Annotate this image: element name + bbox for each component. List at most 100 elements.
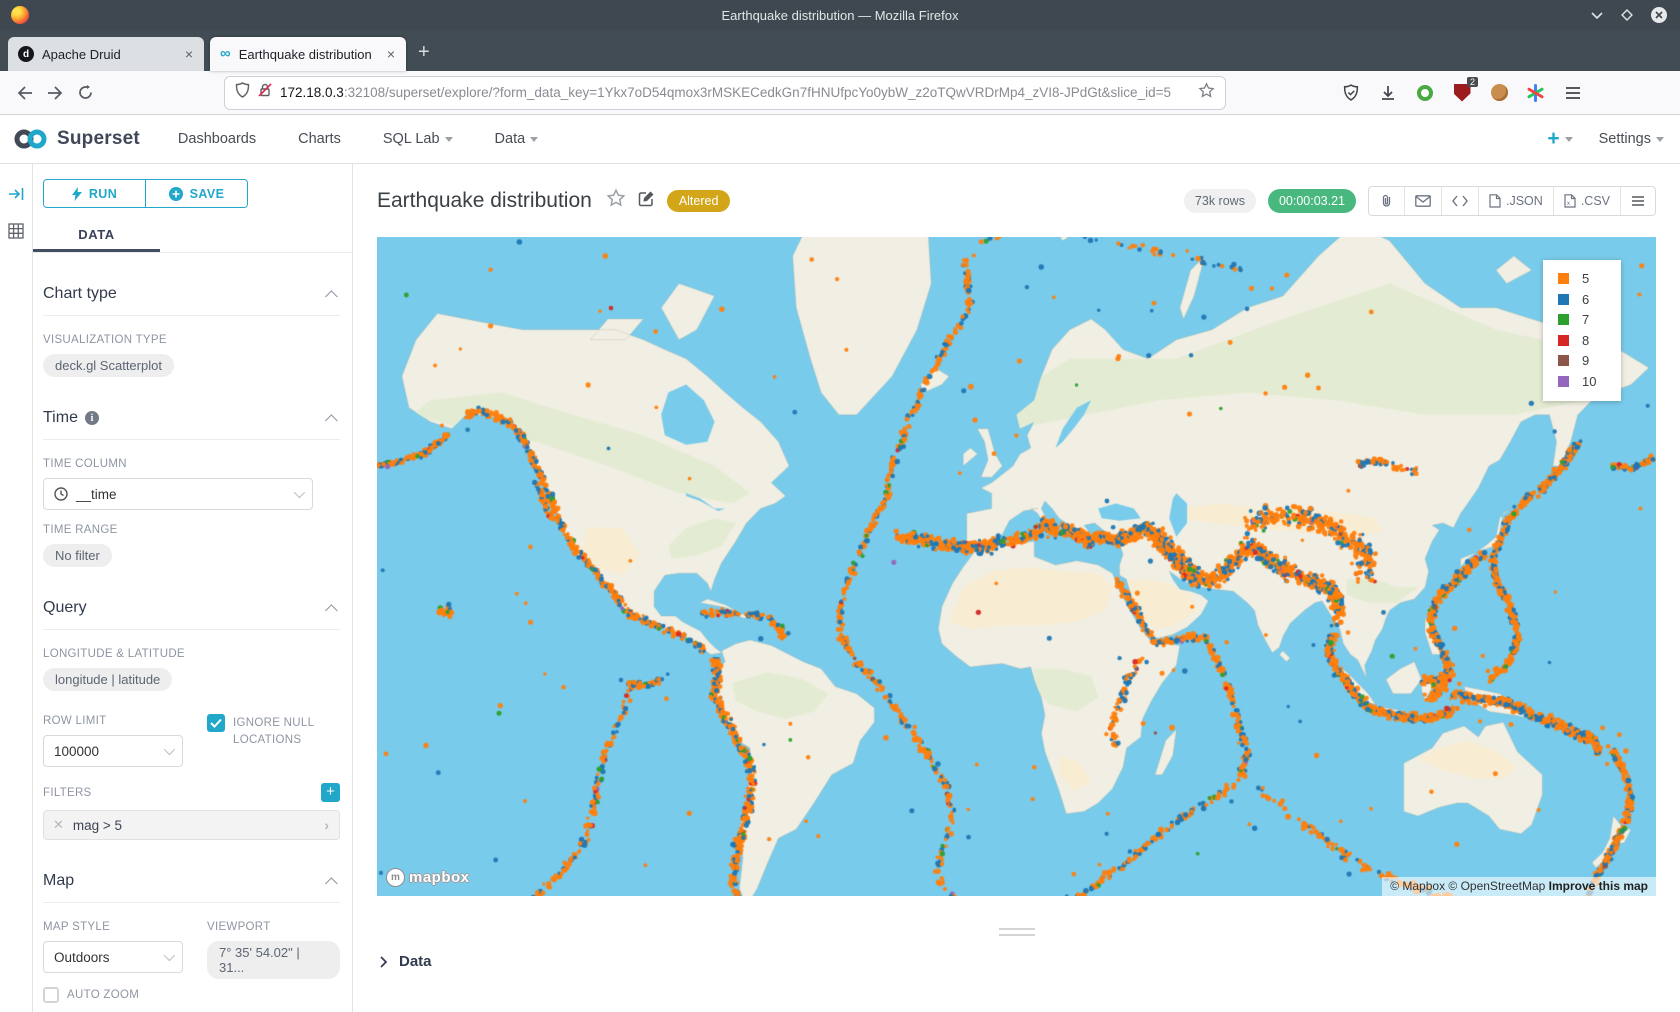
code-icon — [1452, 195, 1468, 207]
checkbox-unchecked-icon[interactable] — [43, 987, 59, 1003]
add-filter-button[interactable]: + — [321, 783, 340, 802]
legend-swatch — [1558, 314, 1569, 325]
viewport-value[interactable]: 7° 35' 54.02" | 31... — [207, 941, 340, 979]
tab-close-icon[interactable]: × — [384, 46, 398, 62]
superset-favicon-icon: ∞ — [220, 46, 231, 62]
filter-value[interactable]: mag > 5 — [73, 818, 314, 833]
protections-shield-icon[interactable] — [1340, 82, 1362, 104]
file-icon: x — [1564, 194, 1576, 208]
section-chart-type[interactable]: Chart type — [43, 285, 338, 303]
url-path: :32108/superset/explore/?form_data_key=1… — [344, 85, 1171, 100]
map-style-select[interactable]: Outdoors — [43, 941, 183, 973]
browser-toolbar: 172.18.0.3:32108/superset/explore/?form_… — [0, 71, 1680, 115]
checkbox-checked-icon[interactable] — [207, 714, 225, 732]
window-maximize-button[interactable] — [1621, 9, 1633, 21]
tab-earthquake-distribution[interactable]: ∞ Earthquake distribution × — [210, 37, 406, 71]
nav-charts[interactable]: Charts — [298, 131, 341, 147]
panel-drag-handle[interactable] — [999, 928, 1035, 936]
new-tab-button[interactable]: + — [418, 41, 430, 64]
section-query[interactable]: Query — [43, 599, 338, 617]
auto-zoom-label: AUTO ZOOM — [67, 989, 139, 1001]
viz-type-label: VISUALIZATION TYPE — [43, 334, 340, 346]
chart-menu-button[interactable] — [1620, 187, 1655, 215]
copy-link-button[interactable] — [1369, 187, 1404, 215]
mapbox-logo[interactable]: m mapbox — [386, 868, 470, 887]
chevron-down-icon — [164, 744, 175, 755]
attribution-text[interactable]: © Mapbox © OpenStreetMap — [1390, 879, 1545, 893]
map-container[interactable]: 5 6 7 8 9 10 m mapbox © Mapbox © OpenStr… — [377, 237, 1656, 896]
ublock-extension-icon[interactable]: 2 — [1451, 82, 1473, 104]
data-panel-toggle[interactable]: Data — [378, 953, 1680, 970]
pinwheel-extension-icon[interactable] — [1525, 82, 1547, 104]
back-button[interactable] — [10, 79, 40, 107]
chevron-down-icon — [164, 950, 175, 961]
chevron-right-icon[interactable]: › — [314, 817, 339, 833]
world-map-scatterplot[interactable] — [377, 237, 1656, 896]
legend-swatch — [1558, 376, 1569, 387]
info-icon: i — [85, 411, 99, 425]
email-button[interactable] — [1404, 187, 1441, 215]
menu-hamburger-icon[interactable] — [1562, 82, 1584, 104]
window-titlebar: Earthquake distribution — Mozilla Firefo… — [0, 0, 1680, 30]
window-close-button[interactable] — [1650, 6, 1668, 24]
remove-filter-icon[interactable]: ✕ — [44, 817, 73, 833]
time-column-select[interactable]: __time — [43, 478, 313, 510]
run-button[interactable]: RUN — [44, 180, 145, 207]
downloadhelper-extension-icon[interactable] — [1414, 82, 1436, 104]
url-text[interactable]: 172.18.0.3:32108/superset/explore/?form_… — [280, 85, 1190, 100]
save-button[interactable]: SAVE — [145, 180, 247, 207]
section-time[interactable]: Timei — [43, 409, 338, 427]
cookie-extension-icon[interactable] — [1488, 82, 1510, 104]
settings-menu[interactable]: Settings — [1599, 131, 1664, 147]
auto-zoom-checkbox-row[interactable]: AUTO ZOOM — [43, 987, 201, 1003]
dataset-grid-icon[interactable] — [8, 223, 24, 244]
time-range-value[interactable]: No filter — [43, 544, 112, 567]
url-bar[interactable]: 172.18.0.3:32108/superset/explore/?form_… — [225, 77, 1225, 109]
section-map[interactable]: Map — [43, 872, 338, 890]
downloads-icon[interactable] — [1377, 82, 1399, 104]
reload-button[interactable] — [70, 79, 100, 107]
expand-panel-icon[interactable] — [8, 186, 25, 207]
mapbox-icon: m — [386, 868, 405, 887]
druid-favicon-icon: d — [18, 46, 34, 62]
new-item-button[interactable]: + — [1547, 127, 1572, 151]
chevron-down-icon — [1565, 137, 1573, 142]
edit-properties-icon[interactable] — [638, 190, 655, 212]
lonlat-value[interactable]: longitude | latitude — [43, 668, 172, 691]
viz-type-value[interactable]: deck.gl Scatterplot — [43, 354, 174, 377]
ignore-null-checkbox-row[interactable]: IGNORE NULLLOCATIONS — [207, 714, 340, 749]
hamburger-icon — [1631, 195, 1645, 207]
export-json-button[interactable]: .JSON — [1478, 187, 1553, 215]
envelope-icon — [1415, 195, 1431, 207]
window-title: Earthquake distribution — Mozilla Firefo… — [0, 8, 1680, 23]
bookmark-star-icon[interactable] — [1198, 82, 1215, 104]
favorite-star-icon[interactable] — [606, 188, 626, 213]
chevron-right-icon — [378, 956, 389, 968]
export-csv-button[interactable]: x.CSV — [1553, 187, 1620, 215]
lock-insecure-icon[interactable] — [258, 82, 272, 103]
row-limit-label: ROW LIMIT — [43, 715, 201, 727]
legend-row: 5 — [1558, 271, 1621, 286]
legend-swatch — [1558, 355, 1569, 366]
tab-close-icon[interactable]: × — [182, 46, 196, 62]
nav-data[interactable]: Data — [495, 131, 539, 147]
tab-apache-druid[interactable]: d Apache Druid × — [8, 37, 204, 71]
legend-swatch — [1558, 335, 1569, 346]
forward-button[interactable] — [40, 79, 70, 107]
tab-data[interactable]: DATA — [33, 222, 160, 252]
superset-logo[interactable]: Superset — [12, 128, 140, 150]
improve-map-link[interactable]: Improve this map — [1549, 879, 1648, 893]
time-column-label: TIME COLUMN — [43, 458, 340, 470]
nav-dashboards[interactable]: Dashboards — [178, 131, 256, 147]
filter-chip[interactable]: ✕ mag > 5 › — [43, 810, 340, 840]
time-range-label: TIME RANGE — [43, 524, 340, 536]
embed-code-button[interactable] — [1441, 187, 1478, 215]
nav-sql-lab[interactable]: SQL Lab — [383, 131, 453, 147]
paperclip-icon — [1379, 193, 1394, 208]
tracking-shield-icon[interactable] — [235, 82, 250, 103]
row-limit-select[interactable]: 100000 — [43, 735, 183, 767]
window-minimize-button[interactable] — [1590, 10, 1604, 20]
chevron-down-icon — [445, 137, 453, 142]
tab-title: Apache Druid — [42, 47, 174, 62]
altered-badge[interactable]: Altered — [667, 190, 731, 212]
